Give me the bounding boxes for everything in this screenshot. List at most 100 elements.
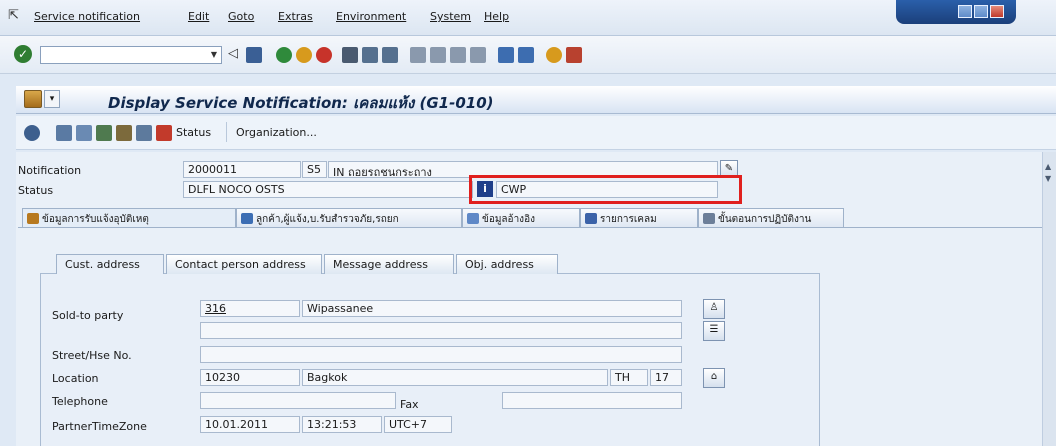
page-title: Display Service Notification: เคลมแห้ง (…	[108, 94, 494, 112]
menu-exit-icon[interactable]: ⇱	[8, 8, 19, 23]
save-icon[interactable]	[246, 47, 262, 63]
find-next-icon[interactable]	[382, 47, 398, 63]
tab-claim-items[interactable]: รายการเคลม	[580, 208, 698, 227]
command-field[interactable]: ▼	[40, 46, 222, 64]
system-status-field[interactable]: DLFL NOCO OSTS	[183, 181, 473, 198]
layout-menu-icon[interactable]	[566, 47, 582, 63]
city-field[interactable]: Bagkok	[302, 369, 608, 386]
display-object-icon[interactable]	[24, 125, 40, 141]
tab-reference[interactable]: ข้อมูลอ้างอิง	[462, 208, 580, 227]
street-field[interactable]	[200, 346, 682, 363]
people-icon	[241, 213, 253, 224]
table-icon	[585, 213, 597, 224]
exit-icon[interactable]	[296, 47, 312, 63]
previous-page-icon[interactable]	[430, 47, 446, 63]
menu-help[interactable]: Help	[484, 10, 509, 23]
tab-accident-report-label: ข้อมูลการรับแจ้งอุบัติเหตุ	[42, 214, 149, 225]
country-field[interactable]: TH	[610, 369, 648, 386]
status-icon[interactable]	[156, 125, 172, 141]
enter-check-icon[interactable]: ✓	[14, 45, 32, 63]
notification-type-icon[interactable]	[24, 90, 42, 108]
status-label: Status	[18, 184, 54, 197]
title-menu-button[interactable]: ▾	[44, 90, 60, 108]
tab-customer-label: ลูกค้า,ผู้แจ้ง,บ.รับสำรวจภัย,รถยก	[256, 214, 399, 225]
standard-toolbar: ✓ ▼ ◁	[0, 36, 1056, 74]
fax-field[interactable]	[502, 392, 682, 409]
first-page-icon[interactable]	[410, 47, 426, 63]
main-content: Notification 2000011 S5 IN ถอยรถชนกระถาง…	[16, 152, 1042, 446]
toolbar-separator	[226, 122, 227, 142]
window-controls	[896, 0, 1016, 24]
fax-label: Fax	[400, 398, 419, 411]
maximize-icon[interactable]	[974, 5, 988, 18]
tab-claim-items-label: รายการเคลม	[600, 214, 657, 225]
steps-icon	[703, 213, 715, 224]
notification-type-field[interactable]: S5	[302, 161, 327, 178]
highlight-box	[469, 175, 742, 204]
notification-number-field[interactable]: 2000011	[183, 161, 301, 178]
application-toolbar: Status Organization...	[16, 116, 1056, 150]
title-bar: ▾ Display Service Notification: เคลมแห้ง…	[16, 86, 1056, 114]
subtab-obj-address[interactable]: Obj. address	[456, 254, 558, 274]
status-button[interactable]: Status	[176, 126, 211, 139]
menu-extras[interactable]: Extras	[278, 10, 313, 23]
document-icon[interactable]	[76, 125, 92, 141]
car-icon	[27, 213, 39, 224]
menu-service-notification[interactable]: Service notification	[34, 10, 140, 23]
scroll-down-icon[interactable]: ▼	[1045, 174, 1051, 183]
last-page-icon[interactable]	[470, 47, 486, 63]
subtab-cust-address[interactable]: Cust. address	[56, 254, 164, 274]
telephone-field[interactable]	[200, 392, 396, 409]
time-field[interactable]: 13:21:53	[302, 416, 382, 433]
location-label: Location	[52, 372, 99, 385]
tab-procedure-label: ขั้นตอนการปฏิบัติงาน	[718, 214, 812, 225]
partner-timezone-label: PartnerTimeZone	[52, 420, 147, 433]
subtab-message-address[interactable]: Message address	[324, 254, 454, 274]
map-icon[interactable]: ⌂	[703, 368, 725, 388]
chevron-down-icon[interactable]: ▼	[207, 47, 221, 63]
tab-strip-line	[18, 227, 1042, 228]
copy-icon[interactable]	[96, 125, 112, 141]
person-icon[interactable]: ♙	[703, 299, 725, 319]
new-session-icon[interactable]	[498, 47, 514, 63]
tab-reference-label: ข้อมูลอ้างอิง	[482, 214, 535, 225]
menu-goto[interactable]: Goto	[228, 10, 254, 23]
tab-procedure[interactable]: ขั้นตอนการปฏิบัติงาน	[698, 208, 844, 227]
reference-icon	[467, 213, 479, 224]
cancel-icon[interactable]	[316, 47, 332, 63]
region-field[interactable]: 17	[650, 369, 682, 386]
sold-to-party-label: Sold-to party	[52, 309, 124, 322]
menu-system[interactable]: System	[430, 10, 471, 23]
help-icon[interactable]	[546, 47, 562, 63]
timezone-field[interactable]: UTC+7	[384, 416, 452, 433]
next-page-icon[interactable]	[450, 47, 466, 63]
date-field[interactable]: 10.01.2011	[200, 416, 300, 433]
subtab-contact-person-address[interactable]: Contact person address	[166, 254, 322, 274]
organization-button[interactable]: Organization...	[236, 126, 317, 139]
telephone-label: Telephone	[52, 395, 108, 408]
find-icon[interactable]	[362, 47, 378, 63]
name-line-2-field[interactable]	[200, 322, 682, 339]
tab-customer[interactable]: ลูกค้า,ผู้แจ้ง,บ.รับสำรวจภัย,รถยก	[236, 208, 462, 227]
vertical-scrollbar[interactable]: ▲ ▼	[1042, 152, 1056, 446]
print-icon[interactable]	[342, 47, 358, 63]
street-label: Street/Hse No.	[52, 349, 132, 362]
edit-long-text-icon[interactable]	[116, 125, 132, 141]
find-in-list-icon[interactable]	[56, 125, 72, 141]
scroll-up-icon[interactable]: ▲	[1045, 162, 1051, 171]
tab-accident-report[interactable]: ข้อมูลการรับแจ้งอุบัติเหตุ	[22, 208, 236, 227]
notification-label: Notification	[18, 164, 82, 177]
menu-bar: ⇱ Service notification Edit Goto Extras …	[0, 0, 1056, 36]
shortcut-icon[interactable]	[518, 47, 534, 63]
postal-code-field[interactable]: 10230	[200, 369, 300, 386]
address-detail-icon[interactable]: ☰	[703, 321, 725, 341]
attachment-icon[interactable]	[136, 125, 152, 141]
menu-edit[interactable]: Edit	[188, 10, 209, 23]
menu-environment[interactable]: Environment	[336, 10, 406, 23]
sold-to-number-field[interactable]: 316	[200, 300, 300, 317]
close-icon[interactable]	[990, 5, 1004, 18]
back-arrow-icon[interactable]: ◁	[228, 46, 238, 61]
back-icon[interactable]	[276, 47, 292, 63]
sold-to-name-field[interactable]: Wipassanee	[302, 300, 682, 317]
minimize-icon[interactable]	[958, 5, 972, 18]
